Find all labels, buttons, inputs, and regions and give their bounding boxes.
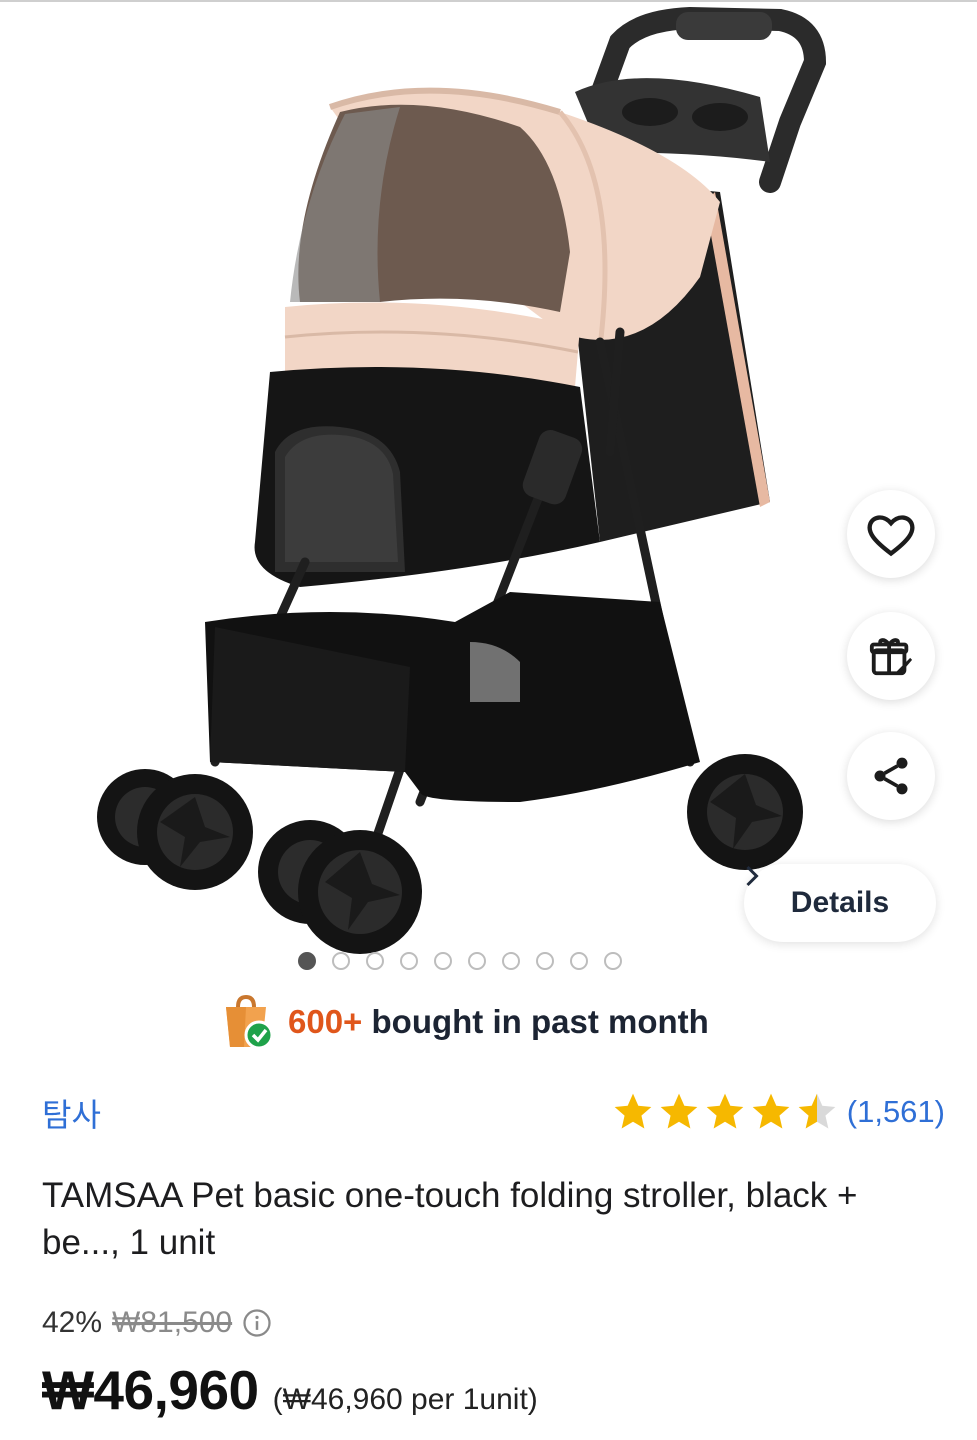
carousel-dot[interactable] (366, 952, 384, 970)
original-price: ₩81,500 (112, 1306, 233, 1339)
chevron-right-icon (746, 865, 759, 887)
carousel-dot[interactable] (298, 952, 316, 970)
heart-icon (867, 515, 915, 557)
discount-row: 42% ₩81,500 (42, 1306, 272, 1340)
star-icon (660, 1093, 698, 1129)
share-button[interactable] (847, 732, 935, 820)
star-icon (706, 1093, 744, 1129)
product-image[interactable]: Details (0, 2, 977, 980)
carousel-dot[interactable] (434, 952, 452, 970)
star-icon (798, 1093, 836, 1129)
info-icon[interactable] (242, 1308, 272, 1338)
bought-label: bought in past month (371, 1003, 709, 1040)
star-icon (752, 1093, 790, 1129)
rating[interactable]: (1,561) (611, 1090, 945, 1134)
price-row: ₩46,960 (₩46,960 per 1unit) (42, 1358, 538, 1422)
stroller-illustration (97, 6, 827, 954)
review-count[interactable]: (1,561) (847, 1094, 945, 1130)
gift-button[interactable] (847, 612, 935, 700)
star-rating (611, 1090, 839, 1134)
bought-banner: 600+ bought in past month (218, 992, 709, 1052)
details-button[interactable]: Details (744, 864, 936, 942)
carousel-indicator[interactable] (298, 952, 622, 970)
carousel-dot[interactable] (604, 952, 622, 970)
current-price: ₩46,960 (42, 1359, 259, 1421)
star-icon (614, 1093, 652, 1129)
details-label: Details (790, 886, 890, 919)
carousel-dot[interactable] (570, 952, 588, 970)
carousel-dot[interactable] (536, 952, 554, 970)
share-icon (874, 757, 908, 795)
product-title: TAMSAA Pet basic one-touch folding strol… (42, 1176, 858, 1262)
carousel-dot[interactable] (400, 952, 418, 970)
unit-price: (₩46,960 per 1unit) (272, 1383, 538, 1416)
shopping-bag-check-icon (226, 994, 274, 1050)
favorite-button[interactable] (847, 490, 935, 578)
carousel-dot[interactable] (468, 952, 486, 970)
gift-icon (869, 638, 913, 676)
carousel-dot[interactable] (502, 952, 520, 970)
carousel-dot[interactable] (332, 952, 350, 970)
brand-link[interactable]: 탐사 (42, 1090, 101, 1136)
bought-count: 600+ (288, 1003, 363, 1040)
discount-rate: 42% (42, 1306, 103, 1339)
bought-text: 600+ bought in past month (288, 1003, 709, 1041)
